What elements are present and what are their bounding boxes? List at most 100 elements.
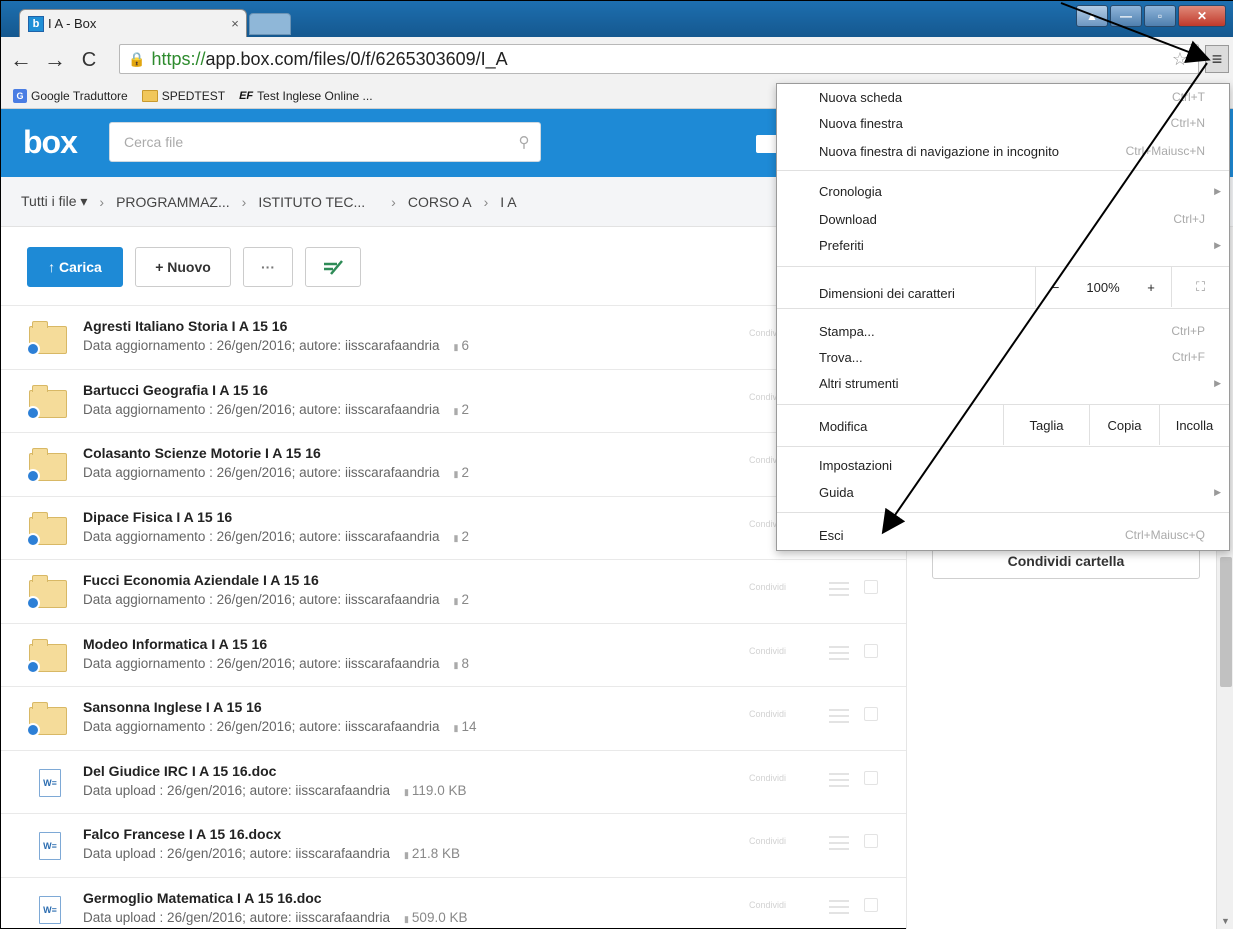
menu-downloads[interactable]: Download	[819, 208, 877, 230]
menu-settings[interactable]: Impostazioni	[819, 454, 892, 476]
file-name[interactable]: Modeo Informatica I A 15 16	[83, 636, 267, 652]
close-window-button[interactable]: ✕	[1178, 5, 1226, 27]
maximize-button[interactable]: ▫	[1144, 5, 1176, 27]
row-share-button[interactable]: Condividi	[749, 836, 786, 846]
menu-history[interactable]: Cronologia	[819, 180, 882, 202]
menu-new-tab[interactable]: Nuova scheda	[819, 86, 902, 108]
chrome-menu-button[interactable]: ≡	[1205, 45, 1229, 73]
table-row[interactable]: W≡ Germoglio Matematica I A 15 16.doc Data…	[1, 876, 906, 929]
menu-new-window-shortcut: Ctrl+N	[1170, 116, 1205, 130]
folder-icon[interactable]	[756, 135, 778, 153]
row-share-button[interactable]: Condividi	[749, 582, 786, 592]
lock-icon: 🔒	[128, 50, 146, 67]
file-meta-text: Data upload : 26/gen/2016; autore: iissc…	[83, 782, 390, 798]
menu-find[interactable]: Trova...	[819, 346, 863, 368]
search-icon[interactable]: ⚲	[508, 133, 540, 151]
file-name[interactable]: Germoglio Matematica I A 15 16.doc	[83, 890, 322, 906]
box-logo[interactable]: box	[23, 124, 78, 161]
more-options-button[interactable]: ···	[243, 247, 293, 287]
bookmark-star-icon[interactable]: ☆	[1172, 49, 1188, 70]
table-row[interactable]: W≡ Del Giudice IRC I A 15 16.doc Data uplo…	[1, 749, 906, 814]
menu-incognito-shortcut: Ctrl+Maiusc+N	[1125, 144, 1205, 158]
menu-new-window[interactable]: Nuova finestra	[819, 112, 903, 134]
menu-print[interactable]: Stampa...	[819, 320, 875, 342]
row-checkbox[interactable]	[864, 707, 878, 721]
forward-arrow-icon[interactable]: →	[41, 46, 69, 74]
row-checkbox[interactable]	[864, 643, 878, 658]
row-share-button[interactable]: Condividi	[749, 900, 786, 910]
search-input[interactable]	[124, 134, 508, 150]
breadcrumb-istituto[interactable]: ISTITUTO TEC...	[258, 194, 365, 210]
back-arrow-icon[interactable]: ←	[7, 46, 35, 74]
user-profile-icon[interactable]: ▲	[1076, 5, 1108, 27]
row-share-button[interactable]: Condividi	[749, 646, 786, 656]
row-checkbox[interactable]	[864, 897, 878, 912]
bookmark-google-translate[interactable]: G Google Traduttore	[13, 88, 128, 103]
file-name[interactable]: Bartucci Geografia I A 15 16	[83, 382, 268, 398]
table-row[interactable]: Bartucci Geografia I A 15 16 Data aggiorn…	[1, 368, 906, 433]
file-meta: Data aggiornamento : 26/gen/2016; autore…	[83, 402, 469, 417]
address-bar[interactable]: 🔒 https:// app.box.com/files/0/f/6265303…	[119, 44, 1199, 74]
file-name[interactable]: Dipace Fisica I A 15 16	[83, 509, 232, 525]
row-menu-icon[interactable]	[829, 772, 849, 787]
table-row[interactable]: Sansonna Inglese I A 15 16 Data aggiornam…	[1, 686, 906, 750]
tab-strip: b I A - Box × ▲ — ▫ ✕	[1, 1, 1233, 37]
menu-paste[interactable]: Incolla	[1159, 405, 1229, 445]
file-name[interactable]: Colasanto Scienze Motorie I A 15 16	[83, 445, 321, 461]
table-row[interactable]: Colasanto Scienze Motorie I A 15 16 Data …	[1, 432, 906, 496]
word-doc-icon: W≡	[29, 894, 67, 926]
row-checkbox[interactable]	[864, 770, 878, 785]
table-row[interactable]: W≡ Falco Francese I A 15 16.docx Data uplo…	[1, 813, 906, 877]
menu-help[interactable]: Guida	[819, 481, 854, 503]
row-menu-icon[interactable]	[829, 899, 849, 914]
file-count: 2	[453, 465, 468, 480]
menu-exit[interactable]: Esci	[819, 524, 844, 546]
menu-more-tools[interactable]: Altri strumenti	[819, 372, 898, 394]
file-name[interactable]: Sansonna Inglese I A 15 16	[83, 699, 262, 715]
row-checkbox[interactable]	[864, 580, 878, 594]
row-share-button[interactable]: Condividi	[749, 773, 786, 783]
row-share-button[interactable]: Condividi	[749, 709, 786, 719]
breadcrumb-corso-a[interactable]: CORSO A	[408, 194, 472, 210]
file-name[interactable]: Del Giudice IRC I A 15 16.doc	[83, 763, 276, 779]
table-row[interactable]: Agresti Italiano Storia I A 15 16 Data ag…	[1, 305, 906, 369]
notes-icon	[324, 260, 343, 275]
google-translate-icon: G	[13, 88, 27, 103]
minimize-button[interactable]: —	[1110, 5, 1142, 27]
folder-icon	[26, 511, 67, 547]
file-name[interactable]: Fucci Economia Aziendale I A 15 16	[83, 572, 319, 588]
box-notes-button[interactable]	[305, 247, 361, 287]
table-row[interactable]: Modeo Informatica I A 15 16 Data aggiorna…	[1, 622, 906, 687]
fullscreen-icon[interactable]: ⛶	[1171, 267, 1229, 307]
row-menu-icon[interactable]	[829, 709, 849, 723]
zoom-in-button[interactable]: +	[1131, 267, 1171, 307]
scroll-down-arrow-icon[interactable]: ▼	[1221, 916, 1230, 926]
reload-icon[interactable]: C	[75, 46, 103, 74]
file-name[interactable]: Falco Francese I A 15 16.docx	[83, 826, 281, 842]
row-menu-icon[interactable]	[829, 836, 849, 850]
menu-cut[interactable]: Taglia	[1003, 405, 1089, 445]
new-button[interactable]: + Nuovo	[135, 247, 231, 287]
file-meta-text: Data aggiornamento : 26/gen/2016; autore…	[83, 338, 440, 353]
upload-button[interactable]: ↑ Carica	[27, 247, 123, 287]
table-row[interactable]: Fucci Economia Aziendale I A 15 16 Data a…	[1, 559, 906, 623]
tab-close-icon[interactable]: ×	[224, 16, 246, 31]
row-menu-icon[interactable]	[829, 582, 849, 596]
search-box: ⚲	[109, 122, 541, 162]
file-name[interactable]: Agresti Italiano Storia I A 15 16	[83, 318, 287, 334]
zoom-out-button[interactable]: −	[1035, 267, 1075, 307]
new-tab-button[interactable]	[249, 13, 291, 35]
table-row[interactable]: Dipace Fisica I A 15 16 Data aggiornament…	[1, 495, 906, 560]
scrollbar-thumb[interactable]	[1220, 557, 1232, 687]
tab-box[interactable]: b I A - Box ×	[19, 9, 247, 37]
zoom-value: 100%	[1086, 279, 1120, 295]
row-checkbox[interactable]	[864, 834, 878, 848]
row-menu-icon[interactable]	[829, 645, 849, 660]
bookmark-ef-test[interactable]: EF Test Inglese Online ...	[239, 89, 372, 103]
breadcrumb-all-files[interactable]: Tutti i file ▾	[21, 193, 87, 210]
bookmark-spedtest[interactable]: SPEDTEST	[141, 89, 225, 103]
breadcrumb-programmaz[interactable]: PROGRAMMAZ...	[116, 194, 230, 210]
menu-copy[interactable]: Copia	[1089, 405, 1159, 445]
menu-incognito[interactable]: Nuova finestra di navigazione in incogni…	[819, 140, 1059, 162]
menu-bookmarks[interactable]: Preferiti	[819, 234, 864, 256]
